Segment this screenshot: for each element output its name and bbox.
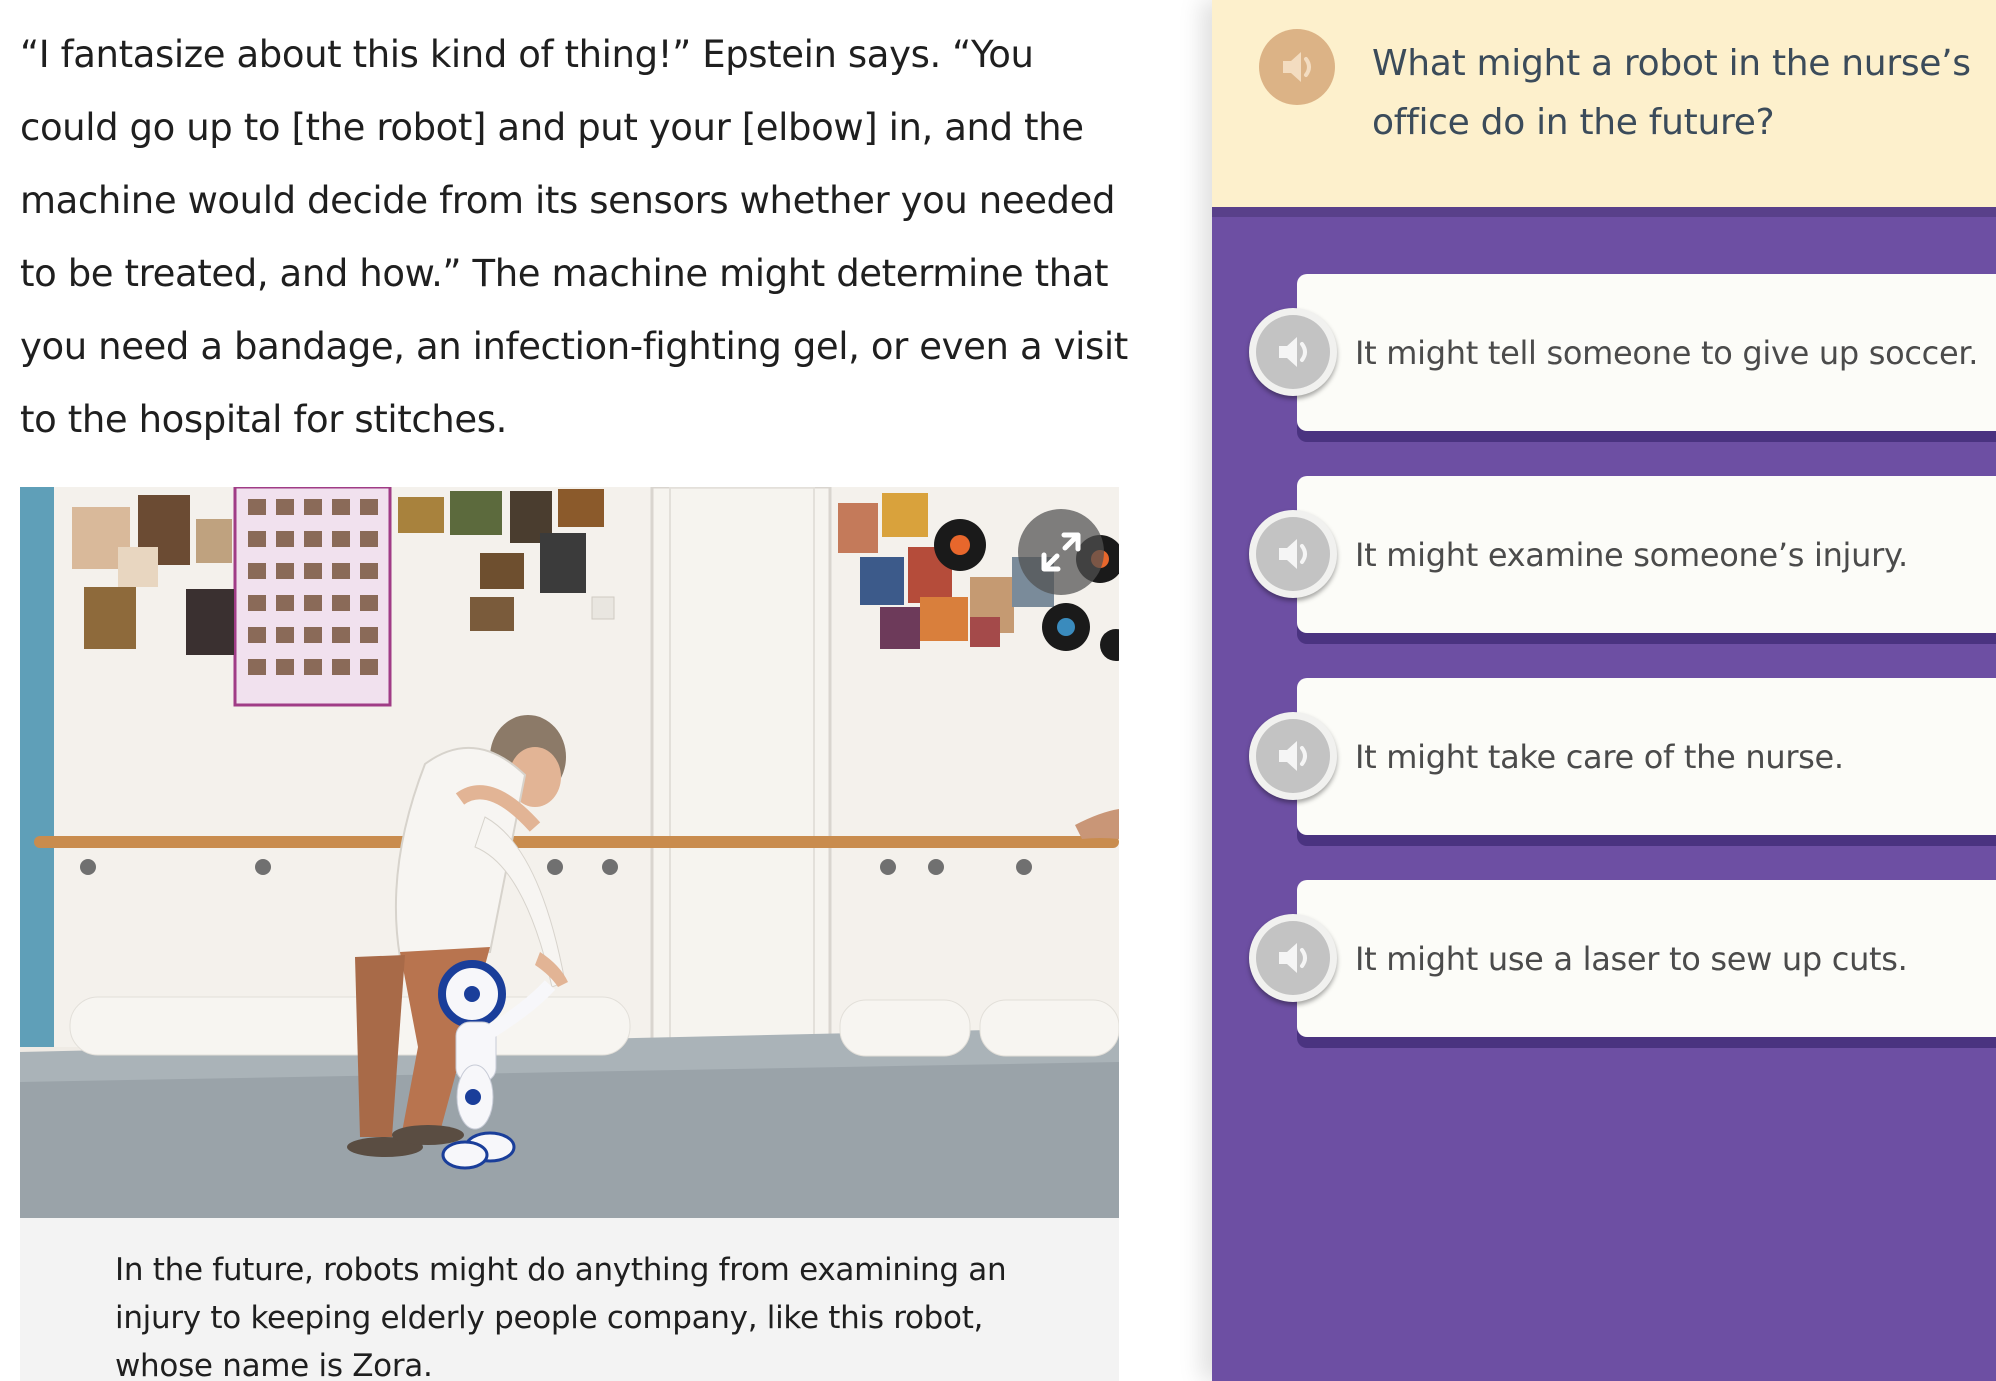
photo-caption: In the future, robots might do anything … — [115, 1252, 1007, 1381]
answer-option-4[interactable]: It might use a laser to sew up cuts. — [1249, 880, 1996, 1037]
answers-top-band — [1212, 207, 1996, 217]
answer-option-1[interactable]: It might tell someone to give up soccer. — [1249, 274, 1996, 431]
question-box: What might a robot in the nurse’s office… — [1212, 0, 1996, 207]
speaker-icon — [1279, 539, 1307, 569]
answer-4-speaker-button[interactable] — [1249, 914, 1337, 1002]
answer-1-label: It might tell someone to give up soccer. — [1355, 333, 1979, 372]
answer-3-speaker-button[interactable] — [1249, 712, 1337, 800]
article-photo — [20, 487, 1119, 1218]
speaker-icon — [1279, 337, 1307, 367]
question-speaker-button[interactable] — [1259, 29, 1335, 105]
page: “I fantasize about this kind of thing!” … — [0, 0, 1996, 1381]
speaker-icon — [1283, 52, 1311, 82]
answer-2-speaker-button[interactable] — [1249, 510, 1337, 598]
answer-3-label: It might take care of the nurse. — [1355, 737, 1844, 776]
answers-area: It might tell someone to give up soccer.… — [1212, 207, 1996, 1381]
expand-image-button[interactable] — [1018, 509, 1104, 595]
answer-4-label: It might use a laser to sew up cuts. — [1355, 939, 1908, 978]
article-paragraph: “I fantasize about this kind of thing!” … — [20, 33, 1128, 441]
question-text: What might a robot in the nurse’s office… — [1372, 43, 1971, 143]
answer-option-3[interactable]: It might take care of the nurse. — [1249, 678, 1996, 835]
speaker-icon — [1279, 943, 1307, 973]
answer-2-label: It might examine someone’s injury. — [1355, 535, 1908, 574]
answer-1-speaker-button[interactable] — [1249, 308, 1337, 396]
photo-caption-box: In the future, robots might do anything … — [20, 1218, 1119, 1381]
speaker-icon — [1279, 741, 1307, 771]
quiz-panel: What might a robot in the nurse’s office… — [1212, 0, 1996, 1381]
answer-option-2[interactable]: It might examine someone’s injury. — [1249, 476, 1996, 633]
article-column: “I fantasize about this kind of thing!” … — [0, 0, 1212, 1381]
expand-arrows-icon — [1041, 532, 1081, 572]
